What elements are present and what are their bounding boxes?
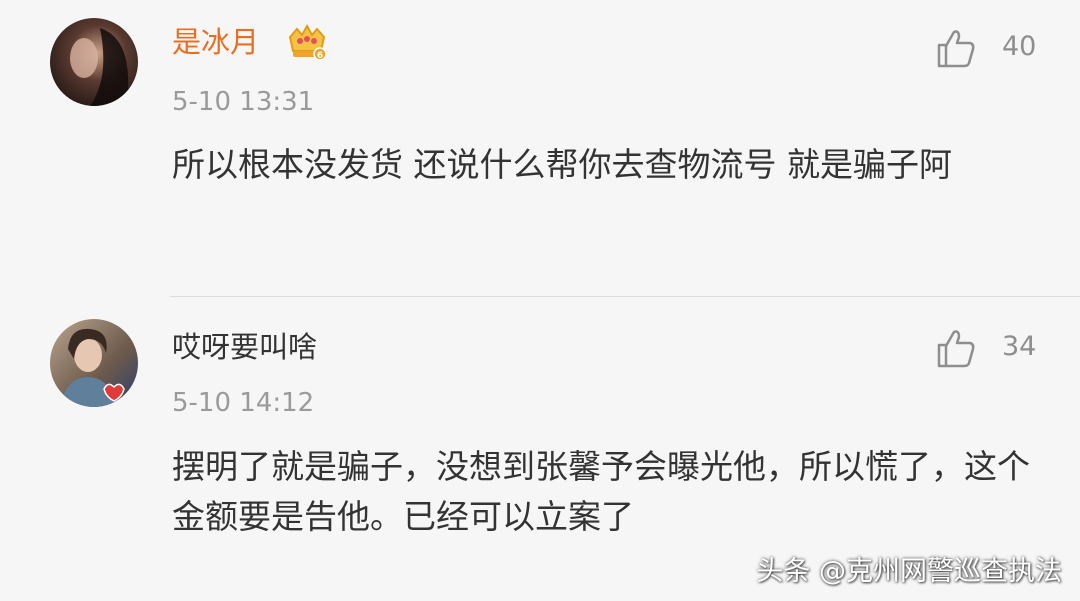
comment-item: 是冰月 6 5-10 13:31 所以根本没发货 还说什么帮你去查物流号 就是骗… — [0, 0, 1080, 296]
thumbs-up-icon — [934, 26, 978, 70]
like-button[interactable]: 40 — [934, 24, 1044, 72]
comment-time: 5-10 14:12 — [172, 388, 315, 418]
watermark: 头条 @克州网警巡查执法 — [756, 556, 1062, 587]
comment-text: 摆明了就是骗子，没想到张馨予会曝光他，所以慌了，这个金额要是告他。已经可以立案了 — [172, 447, 1030, 536]
like-count: 34 — [1002, 331, 1037, 362]
avatar[interactable] — [50, 18, 138, 106]
comment-time: 5-10 13:31 — [172, 87, 315, 117]
svg-text:6: 6 — [317, 51, 323, 61]
vip-crown-icon: 6 — [286, 21, 328, 63]
username[interactable]: 哎呀要叫啥 — [172, 329, 317, 365]
username[interactable]: 是冰月 — [172, 24, 259, 60]
like-count: 40 — [1002, 31, 1037, 62]
thumbs-up-icon — [934, 326, 978, 370]
comment-text: 所以根本没发货 还说什么帮你去查物流号 就是骗子阿 — [172, 145, 952, 184]
avatar[interactable] — [50, 319, 138, 407]
like-button[interactable]: 34 — [934, 324, 1044, 372]
